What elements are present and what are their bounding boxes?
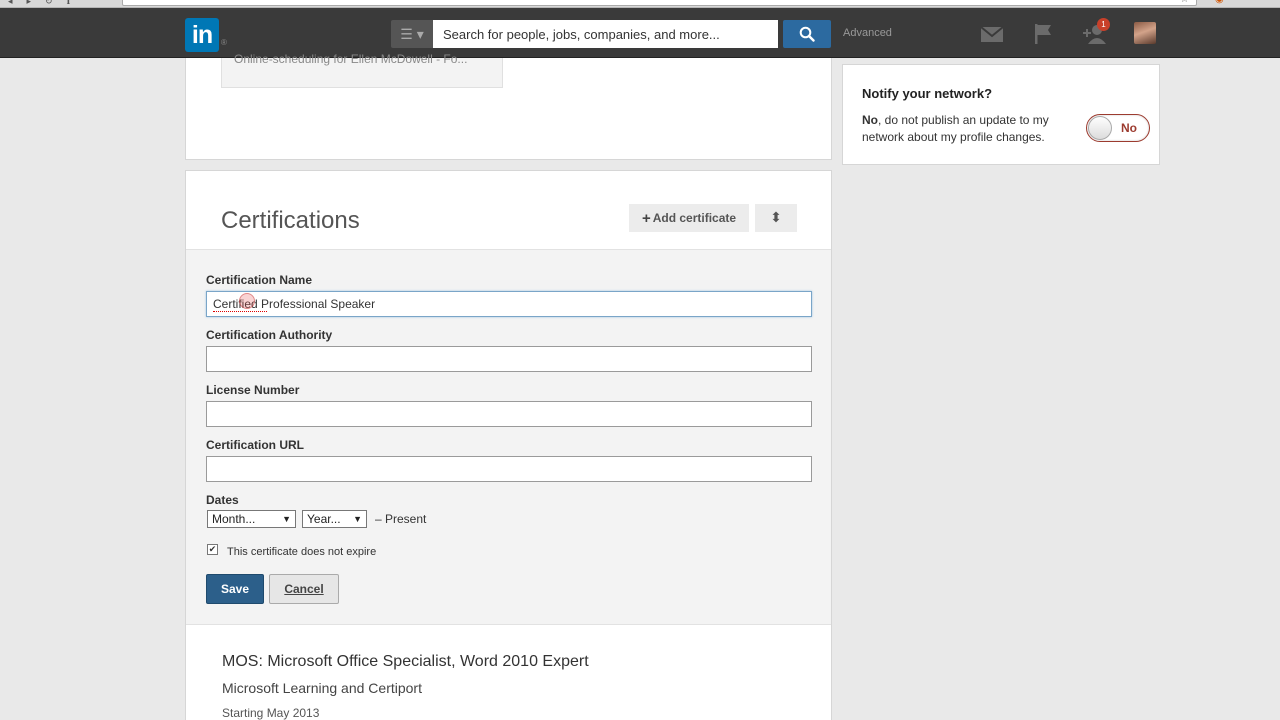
notify-network-card: Notify your network? No, do not publish … — [842, 64, 1160, 165]
section-title: Certifications — [221, 207, 360, 234]
spellcheck-underline — [213, 311, 267, 312]
previous-section-item[interactable]: Online-scheduling for Ellen McDowell - F… — [221, 52, 503, 88]
dropdown-arrow-icon: ▼ — [353, 514, 362, 524]
certifications-card: Certifications + Add certificate ⬍ Certif… — [185, 170, 832, 720]
toggle-label: No — [1121, 121, 1137, 135]
add-certificate-button[interactable]: + Add certificate — [629, 204, 749, 232]
license-number-label: License Number — [206, 383, 300, 397]
license-number-input[interactable] — [206, 401, 812, 427]
existing-certification-authority: Microsoft Learning and Certiport — [222, 680, 422, 696]
mouse-cursor-highlight — [239, 293, 255, 309]
certification-authority-label: Certification Authority — [206, 328, 333, 342]
browser-nav-icons[interactable]: ◂▸↻ℹ — [8, 0, 84, 7]
save-button[interactable]: Save — [206, 574, 264, 604]
month-select-value: Month... — [212, 512, 256, 526]
previous-section-card: Online-scheduling for Ellen McDowell - F… — [185, 52, 832, 160]
dropdown-arrow-icon: ▼ — [282, 514, 291, 524]
existing-certification-name[interactable]: MOS: Microsoft Office Specialist, Word 2… — [222, 653, 589, 671]
certification-url-input[interactable] — [206, 456, 812, 482]
search-icon — [799, 26, 815, 42]
notify-title: Notify your network? — [862, 86, 993, 101]
existing-certification-date: Starting May 2013 — [222, 706, 320, 720]
notify-choice-bold: No — [862, 113, 878, 127]
connections-badge: 1 — [1097, 18, 1110, 31]
certification-authority-input[interactable] — [206, 346, 812, 372]
month-select[interactable]: Month... ▼ — [207, 510, 296, 528]
year-select[interactable]: Year... ▼ — [302, 510, 367, 528]
advanced-search-link[interactable]: Advanced — [843, 27, 892, 39]
linkedin-logo[interactable]: in — [185, 18, 219, 52]
reorder-icon[interactable]: ⬍ — [755, 204, 797, 232]
search-input[interactable] — [433, 20, 778, 48]
browser-chrome: ◂▸↻ℹ ☆ ◉ — [0, 0, 1280, 8]
search-button[interactable] — [783, 20, 831, 48]
no-expire-checkbox[interactable]: ✔ — [207, 544, 218, 555]
certification-name-input[interactable] — [206, 291, 812, 317]
notify-description: No, do not publish an update to my netwo… — [862, 112, 1077, 146]
certification-form: Certification Name Certification Authori… — [186, 249, 831, 625]
cancel-button[interactable]: Cancel — [269, 574, 339, 604]
top-navigation-bar: in ® ☰ ▾ Advanced 1 — [0, 8, 1280, 58]
bookmark-star-icon[interactable]: ☆ — [1180, 0, 1189, 5]
previous-item-text: Online-scheduling for Ellen McDowell - F… — [234, 52, 468, 66]
extension-icon[interactable]: ◉ — [1215, 0, 1224, 5]
notify-toggle[interactable]: No — [1086, 114, 1150, 142]
add-certificate-label: Add certificate — [652, 210, 737, 225]
toggle-knob[interactable] — [1088, 116, 1112, 140]
certification-url-label: Certification URL — [206, 438, 305, 452]
plus-icon: + — [641, 209, 651, 227]
notify-description-rest: , do not publish an update to my network… — [862, 113, 1049, 144]
messages-icon[interactable] — [979, 22, 1005, 46]
present-text: – Present — [375, 512, 427, 526]
search-category-menu-icon[interactable]: ☰ ▾ — [391, 20, 433, 48]
certification-name-label: Certification Name — [206, 273, 313, 287]
registered-mark: ® — [221, 38, 227, 47]
year-select-value: Year... — [307, 512, 341, 526]
dates-label: Dates — [206, 493, 239, 507]
profile-avatar[interactable] — [1134, 22, 1156, 44]
address-bar[interactable] — [122, 0, 1197, 6]
no-expire-label[interactable]: This certificate does not expire — [227, 546, 376, 558]
notifications-flag-icon[interactable] — [1030, 22, 1056, 46]
